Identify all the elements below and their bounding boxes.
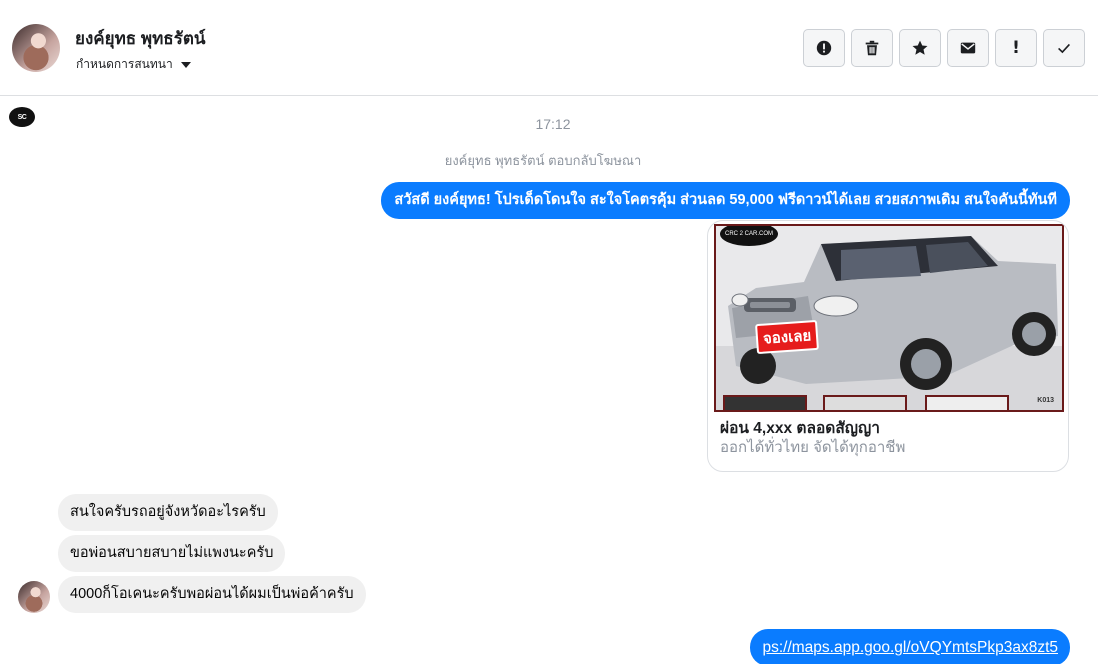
incoming-message: ขอพ่อนสบายสบายไม่แพงนะครับ — [58, 535, 286, 572]
pickup-truck-image — [716, 226, 1062, 410]
label-dropdown[interactable]: กำหนดการสนทนา — [76, 55, 191, 74]
stock-code: K013 — [1037, 397, 1054, 404]
caret-down-icon — [180, 62, 191, 68]
star-button[interactable] — [899, 29, 941, 67]
message-timestamp: 17:12 — [535, 116, 571, 132]
important-button[interactable]: ! — [995, 29, 1037, 67]
mark-unread-button[interactable] — [947, 29, 989, 67]
check-icon — [1058, 43, 1070, 54]
star-icon — [912, 40, 928, 55]
delete-button[interactable] — [851, 29, 893, 67]
done-button[interactable] — [1043, 29, 1085, 67]
report-button[interactable] — [803, 29, 845, 67]
ad-card[interactable]: CRC 2 CAR.COM จองเลย K013 ผ่อน 4,xxx ตลอ… — [707, 220, 1069, 472]
maps-link[interactable]: ps://maps.app.goo.gl/oVQYmtsPkp3ax8zt5 — [762, 639, 1058, 656]
contact-name[interactable]: ยงค์ยุทธ พุทธรัตน์ — [75, 25, 205, 52]
outgoing-link-message: ps://maps.app.goo.gl/oVQYmtsPkp3ax8zt5 — [750, 629, 1070, 664]
system-message: ยงค์ยุทธ พุทธรัตน์ ตอบกลับโฆษณา — [444, 153, 642, 168]
contact-avatar[interactable] — [12, 24, 60, 72]
incoming-message: 4000ก็โอเคนะครับพอผ่อนได้ผมเป็นพ่อค้าครั… — [58, 576, 366, 613]
ad-subtitle: ออกได้ทั่วไทย จัดได้ทุกอาชีพ — [720, 439, 906, 456]
exclamation-icon: ! — [1012, 38, 1020, 58]
envelope-icon — [960, 42, 976, 54]
reserve-badge: จองเลย — [755, 319, 820, 355]
ad-image: CRC 2 CAR.COM จองเลย K013 — [714, 224, 1064, 412]
outgoing-message: สวัสดี ยงค์ยุทธ! โปรเด็ดโดนใจ สะใจโคตรคุ… — [381, 182, 1070, 219]
trash-icon — [865, 40, 879, 56]
conversation-header: ยงค์ยุทธ พุทธรัตน์ กำหนดการสนทนา ! — [0, 0, 1098, 96]
alert-circle-icon — [816, 40, 832, 56]
toolbar: ! — [803, 29, 1085, 67]
sender-avatar[interactable] — [18, 581, 50, 613]
incoming-message: สนใจครับรถอยู่จังหวัดอะไรครับ — [58, 494, 278, 531]
label-dropdown-text: กำหนดการสนทนา — [76, 57, 173, 71]
